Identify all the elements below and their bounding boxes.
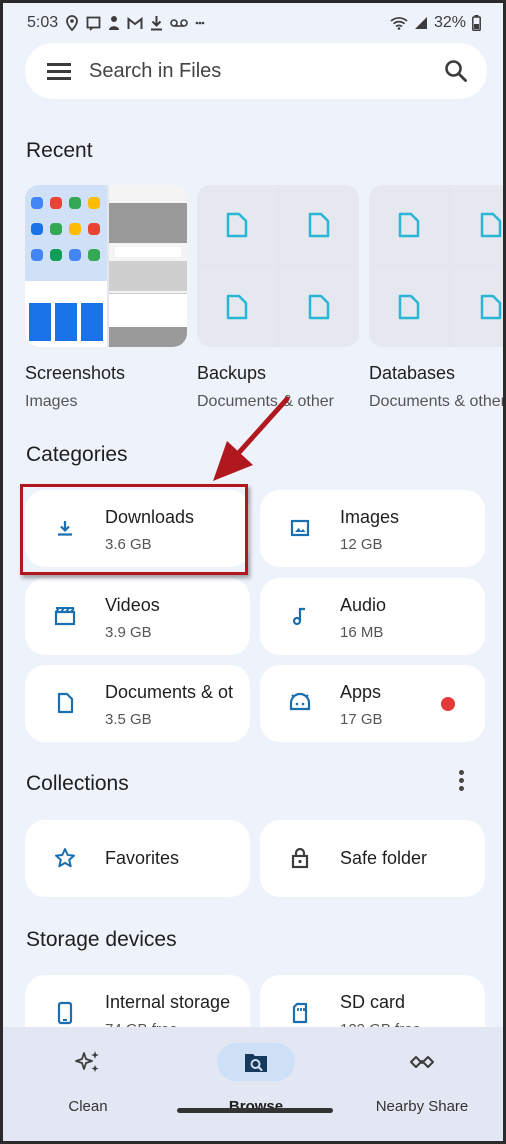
category-title: Images [340,507,400,527]
file-icon [309,295,330,320]
file-icon [226,212,247,237]
category-size: 16 MB [340,624,384,641]
app-screen: 5:03 32% Search in Files Recent Screensh… [0,0,506,1144]
nearby-share-icon [410,1056,434,1068]
storage-heading: Storage devices [26,928,177,951]
menu-icon[interactable] [47,63,71,81]
category-videos[interactable]: Videos 3.9 GB [25,578,250,655]
category-size: 3.9 GB [105,624,152,641]
battery-percent: 32% [433,14,466,31]
more-notifications-icon [195,21,205,25]
nav-label: Nearby Share [375,1098,469,1115]
battery-icon [472,15,481,31]
backups-thumbnail [197,185,359,347]
storage-title: Internal storage [105,992,231,1012]
recent-heading: Recent [26,139,93,162]
voicemail-icon [170,19,188,27]
search-icon[interactable] [443,58,469,84]
recent-item-type: Images [25,393,78,410]
status-bar: 5:03 32% [3,3,503,43]
category-size: 12 GB [340,536,383,553]
status-time: 5:03 [27,14,59,31]
collection-safe-folder[interactable]: Safe folder [260,820,485,897]
location-icon [66,15,79,31]
file-icon [481,212,502,237]
document-icon [57,692,74,714]
search-bar[interactable]: Search in Files [25,43,487,99]
sparkle-icon [75,1051,99,1072]
file-icon [398,212,419,237]
recent-item-databases[interactable]: Databases Documents & other [369,185,506,411]
more-options-icon[interactable] [451,770,471,794]
recent-item-type: Documents & other [369,393,506,410]
browse-icon [245,1054,267,1072]
category-title: Audio [340,595,387,615]
recent-item-name: Screenshots [25,363,126,383]
lock-icon [291,847,309,869]
category-documents[interactable]: Documents & other 3.5 GB [25,665,250,742]
file-icon [226,295,247,320]
nav-browse[interactable]: Browse [181,1043,331,1115]
databases-thumbnail [369,185,503,347]
gmail-icon [127,16,143,29]
storage-title: SD card [340,992,406,1012]
file-icon [481,295,502,320]
recent-item-name: Backups [197,363,267,383]
bottom-navigation: Clean Browse Nearby Share [3,1027,503,1141]
category-images[interactable]: Images 12 GB [260,490,485,567]
signal-icon [414,17,427,29]
notification-icon [86,16,101,31]
category-size: 3.5 GB [105,711,152,728]
music-note-icon [292,607,305,626]
star-icon [55,848,75,868]
collection-title: Favorites [105,848,180,868]
collection-favorites[interactable]: Favorites [25,820,250,897]
category-title: Videos [105,595,160,615]
phone-icon [57,1001,73,1025]
wifi-icon [390,17,408,30]
file-icon [398,295,419,320]
video-icon [54,607,76,626]
category-audio[interactable]: Audio 16 MB [260,578,485,655]
arrow-annotation [213,396,290,481]
nav-nearby-share[interactable]: Nearby Share [347,1043,497,1115]
collection-title: Safe folder [340,848,428,868]
gesture-handle[interactable] [177,1108,333,1113]
sd-card-icon [292,1002,308,1024]
recent-item-screenshots[interactable]: Screenshots Images [25,185,187,411]
category-title: Documents & other [105,682,233,702]
category-apps[interactable]: Apps 17 GB [260,665,485,742]
notification-dot [441,697,455,711]
android-icon [289,692,311,711]
nav-clean[interactable]: Clean [13,1043,163,1115]
image-icon [290,519,310,537]
recent-item-backups[interactable]: Backups Documents & other [197,185,359,411]
collections-heading: Collections [26,772,129,795]
download-status-icon [151,16,163,31]
category-size: 17 GB [340,711,383,728]
person-icon [109,16,120,30]
recent-item-name: Databases [369,363,456,383]
highlight-box [20,484,248,575]
nav-label: Clean [68,1098,108,1115]
screenshots-thumbnail [25,185,187,347]
categories-heading: Categories [26,443,128,466]
search-placeholder: Search in Files [89,59,222,82]
file-icon [309,212,330,237]
